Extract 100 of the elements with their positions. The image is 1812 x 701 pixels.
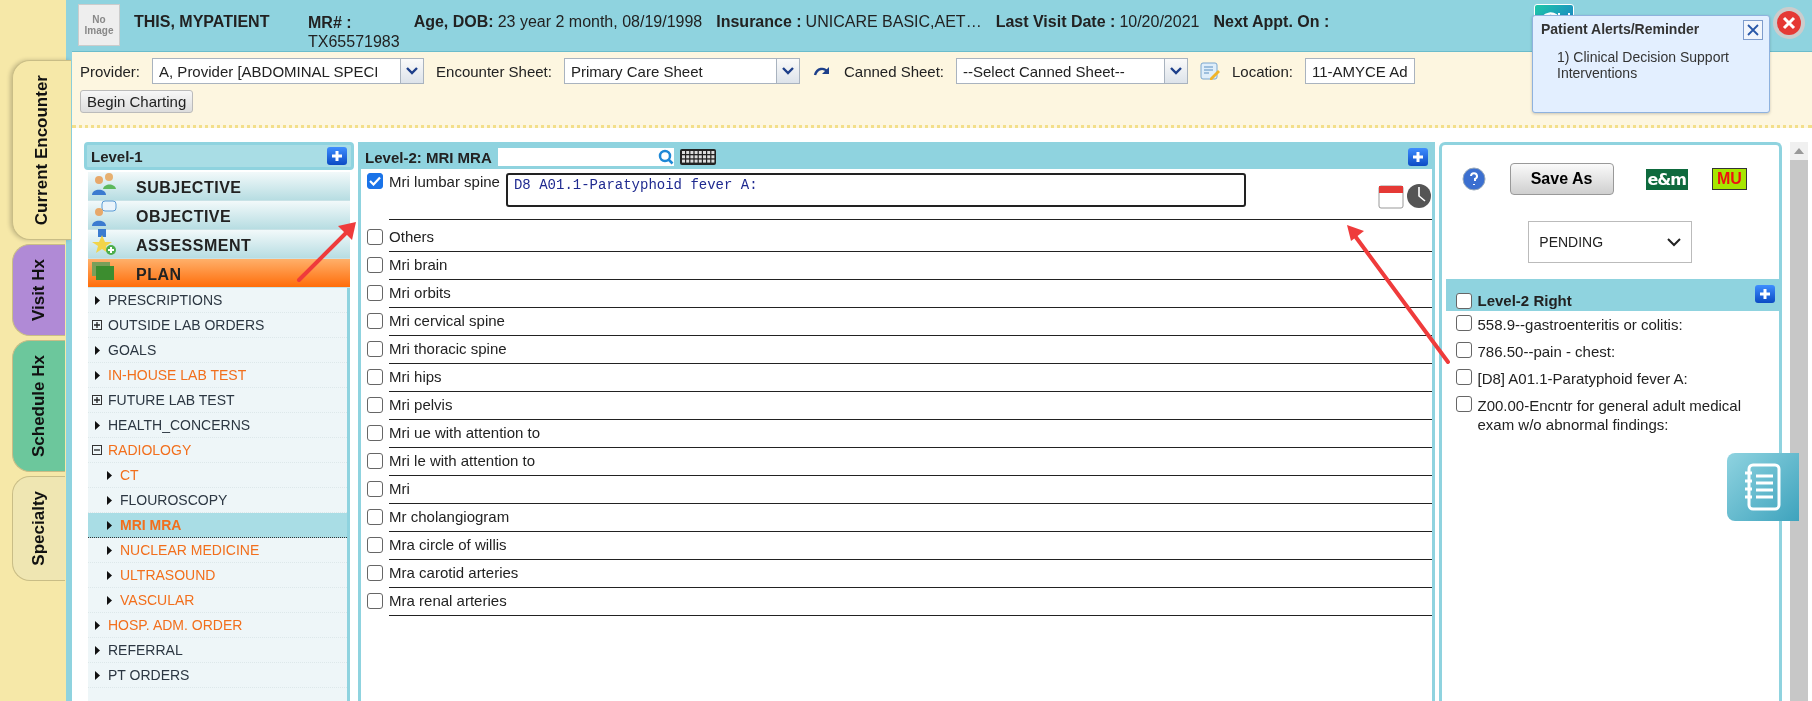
chevron-down-icon[interactable] — [1667, 237, 1682, 247]
tree-item[interactable]: HEALTH_CONCERNS — [88, 413, 348, 438]
side-tab[interactable]: Specialty — [12, 476, 65, 581]
close-icon[interactable] — [1743, 20, 1763, 40]
option-label: Mri thoracic spine — [389, 340, 507, 357]
checkbox[interactable] — [367, 537, 384, 553]
tree-item[interactable]: PT ORDERS — [88, 663, 348, 688]
last-visit-date: 10/20/2021 — [1119, 12, 1200, 31]
option-label: Mra circle of willis — [389, 536, 507, 553]
checkbox[interactable] — [1455, 369, 1472, 385]
tree-item[interactable]: FUTURE LAB TEST — [88, 388, 348, 413]
triangle-icon — [104, 520, 114, 530]
encounter-sheet-dropdown[interactable]: Primary Care Sheet — [563, 58, 800, 84]
begin-charting-button[interactable]: Begin Charting — [80, 90, 194, 113]
search-field[interactable] — [497, 148, 674, 166]
checkbox[interactable] — [367, 453, 384, 469]
triangle-icon — [92, 420, 102, 430]
checkbox[interactable] — [367, 481, 384, 497]
tree-item[interactable]: GOALS — [88, 338, 348, 363]
expand-icon[interactable] — [92, 395, 102, 405]
close-icon[interactable] — [1772, 6, 1806, 40]
checkbox[interactable] — [367, 173, 384, 189]
diagnosis-label: 558.9--gastroenteritis or colitis: — [1477, 315, 1683, 334]
panel-title: Level-1 — [91, 147, 143, 165]
field-label: Next Appt. On : — [1213, 12, 1330, 31]
triangle-icon — [92, 645, 102, 655]
field-label: Insurance : — [716, 12, 802, 31]
checkbox[interactable] — [367, 593, 384, 609]
option-label: Mri ue with attention to — [389, 424, 540, 441]
add-icon[interactable] — [1755, 285, 1776, 303]
section-tab[interactable]: SUBJECTIVE — [88, 172, 351, 201]
tree-item[interactable]: REFERRAL — [88, 638, 348, 663]
section-icon — [90, 200, 118, 226]
search-icon[interactable] — [657, 149, 674, 165]
status-dropdown[interactable]: PENDING — [1528, 221, 1693, 263]
panel-title: Level-2 Right — [1477, 292, 1572, 309]
checkbox[interactable] — [367, 313, 384, 329]
checkbox[interactable] — [367, 341, 384, 357]
checkbox[interactable] — [1455, 293, 1472, 309]
triangle-icon — [92, 345, 102, 355]
insurance-value: UNICARE BASIC,AET… — [805, 12, 982, 31]
tree-item[interactable]: PRESCRIPTIONS — [88, 288, 348, 313]
dropdown-caret-icon — [1164, 59, 1188, 83]
help-icon[interactable] — [1461, 167, 1486, 191]
section-icon — [90, 171, 118, 197]
checkbox[interactable] — [1455, 342, 1472, 358]
option-label: Mri orbits — [389, 284, 451, 301]
em-badge[interactable]: e&m — [1645, 168, 1688, 190]
section-tab[interactable]: OBJECTIVE — [88, 201, 351, 230]
field-label: MR# : — [308, 13, 353, 32]
location-field[interactable]: 11-AMYCE Ad — [1304, 58, 1415, 84]
patient-name: THIS, MYPATIENT — [134, 12, 271, 31]
checkbox[interactable] — [367, 509, 384, 525]
canned-sheet-dropdown[interactable]: --Select Canned Sheet-- — [956, 58, 1189, 84]
field-label: Age, DOB: — [413, 12, 494, 31]
section-tab[interactable]: ASSESSMENT — [88, 230, 351, 259]
collapse-icon[interactable] — [92, 445, 102, 455]
field-label: Location: — [1232, 62, 1293, 80]
save-as-button[interactable]: Save As — [1509, 163, 1614, 195]
notes-icon[interactable] — [1727, 453, 1799, 521]
triangle-icon — [104, 570, 114, 580]
scrollbar[interactable] — [1790, 142, 1808, 701]
triangle-icon — [104, 595, 114, 605]
checkbox[interactable] — [367, 257, 384, 273]
checkbox[interactable] — [367, 565, 384, 581]
arrow-drawing — [297, 222, 356, 282]
field-label: Last Visit Date : — [995, 12, 1116, 31]
option-label: Mri hips — [389, 368, 442, 385]
age-dob: 23 year 2 month, 08/19/1998 — [497, 12, 703, 31]
provider-dropdown[interactable]: A, Provider [ABDOMINAL SPECI — [152, 58, 425, 84]
side-tab[interactable]: Visit Hx — [12, 244, 65, 337]
option-label: Mri le with attention to — [389, 452, 535, 469]
side-tab[interactable]: Schedule Hx — [12, 340, 65, 473]
add-icon[interactable] — [327, 147, 348, 165]
note-field[interactable]: D8 A01.1-Paratyphoid fever A: — [505, 173, 1246, 207]
alert-item[interactable]: 1) Clinical Decision Support Interventions — [1541, 49, 1761, 81]
triangle-icon — [104, 545, 114, 555]
checkbox[interactable] — [367, 369, 384, 385]
section-tab[interactable]: PLAN — [88, 259, 351, 288]
checkbox[interactable] — [367, 397, 384, 413]
checkbox[interactable] — [1455, 315, 1472, 331]
side-tab[interactable]: Current Encounter — [12, 60, 71, 241]
add-icon[interactable] — [1407, 148, 1428, 166]
checkbox[interactable] — [367, 425, 384, 441]
triangle-icon — [92, 295, 102, 305]
keyboard-icon[interactable] — [679, 149, 716, 165]
field-label: Canned Sheet: — [843, 62, 945, 80]
clock-icon[interactable] — [1405, 183, 1432, 209]
expand-icon[interactable] — [92, 320, 102, 330]
checkbox[interactable] — [367, 229, 384, 245]
field-label: Provider: — [80, 62, 141, 80]
tree-item[interactable]: OUTSIDE LAB ORDERS — [88, 313, 348, 338]
triangle-icon — [104, 470, 114, 480]
option-label: Mra carotid arteries — [389, 564, 519, 581]
diagnosis-label: [D8] A01.1-Paratyphoid fever A: — [1477, 369, 1688, 388]
triangle-icon — [92, 620, 102, 630]
checkbox[interactable] — [367, 285, 384, 301]
diagnosis-label: 786.50--pain - chest: — [1477, 342, 1616, 361]
checkbox[interactable] — [1455, 396, 1472, 412]
calendar-icon[interactable] — [1377, 183, 1404, 209]
